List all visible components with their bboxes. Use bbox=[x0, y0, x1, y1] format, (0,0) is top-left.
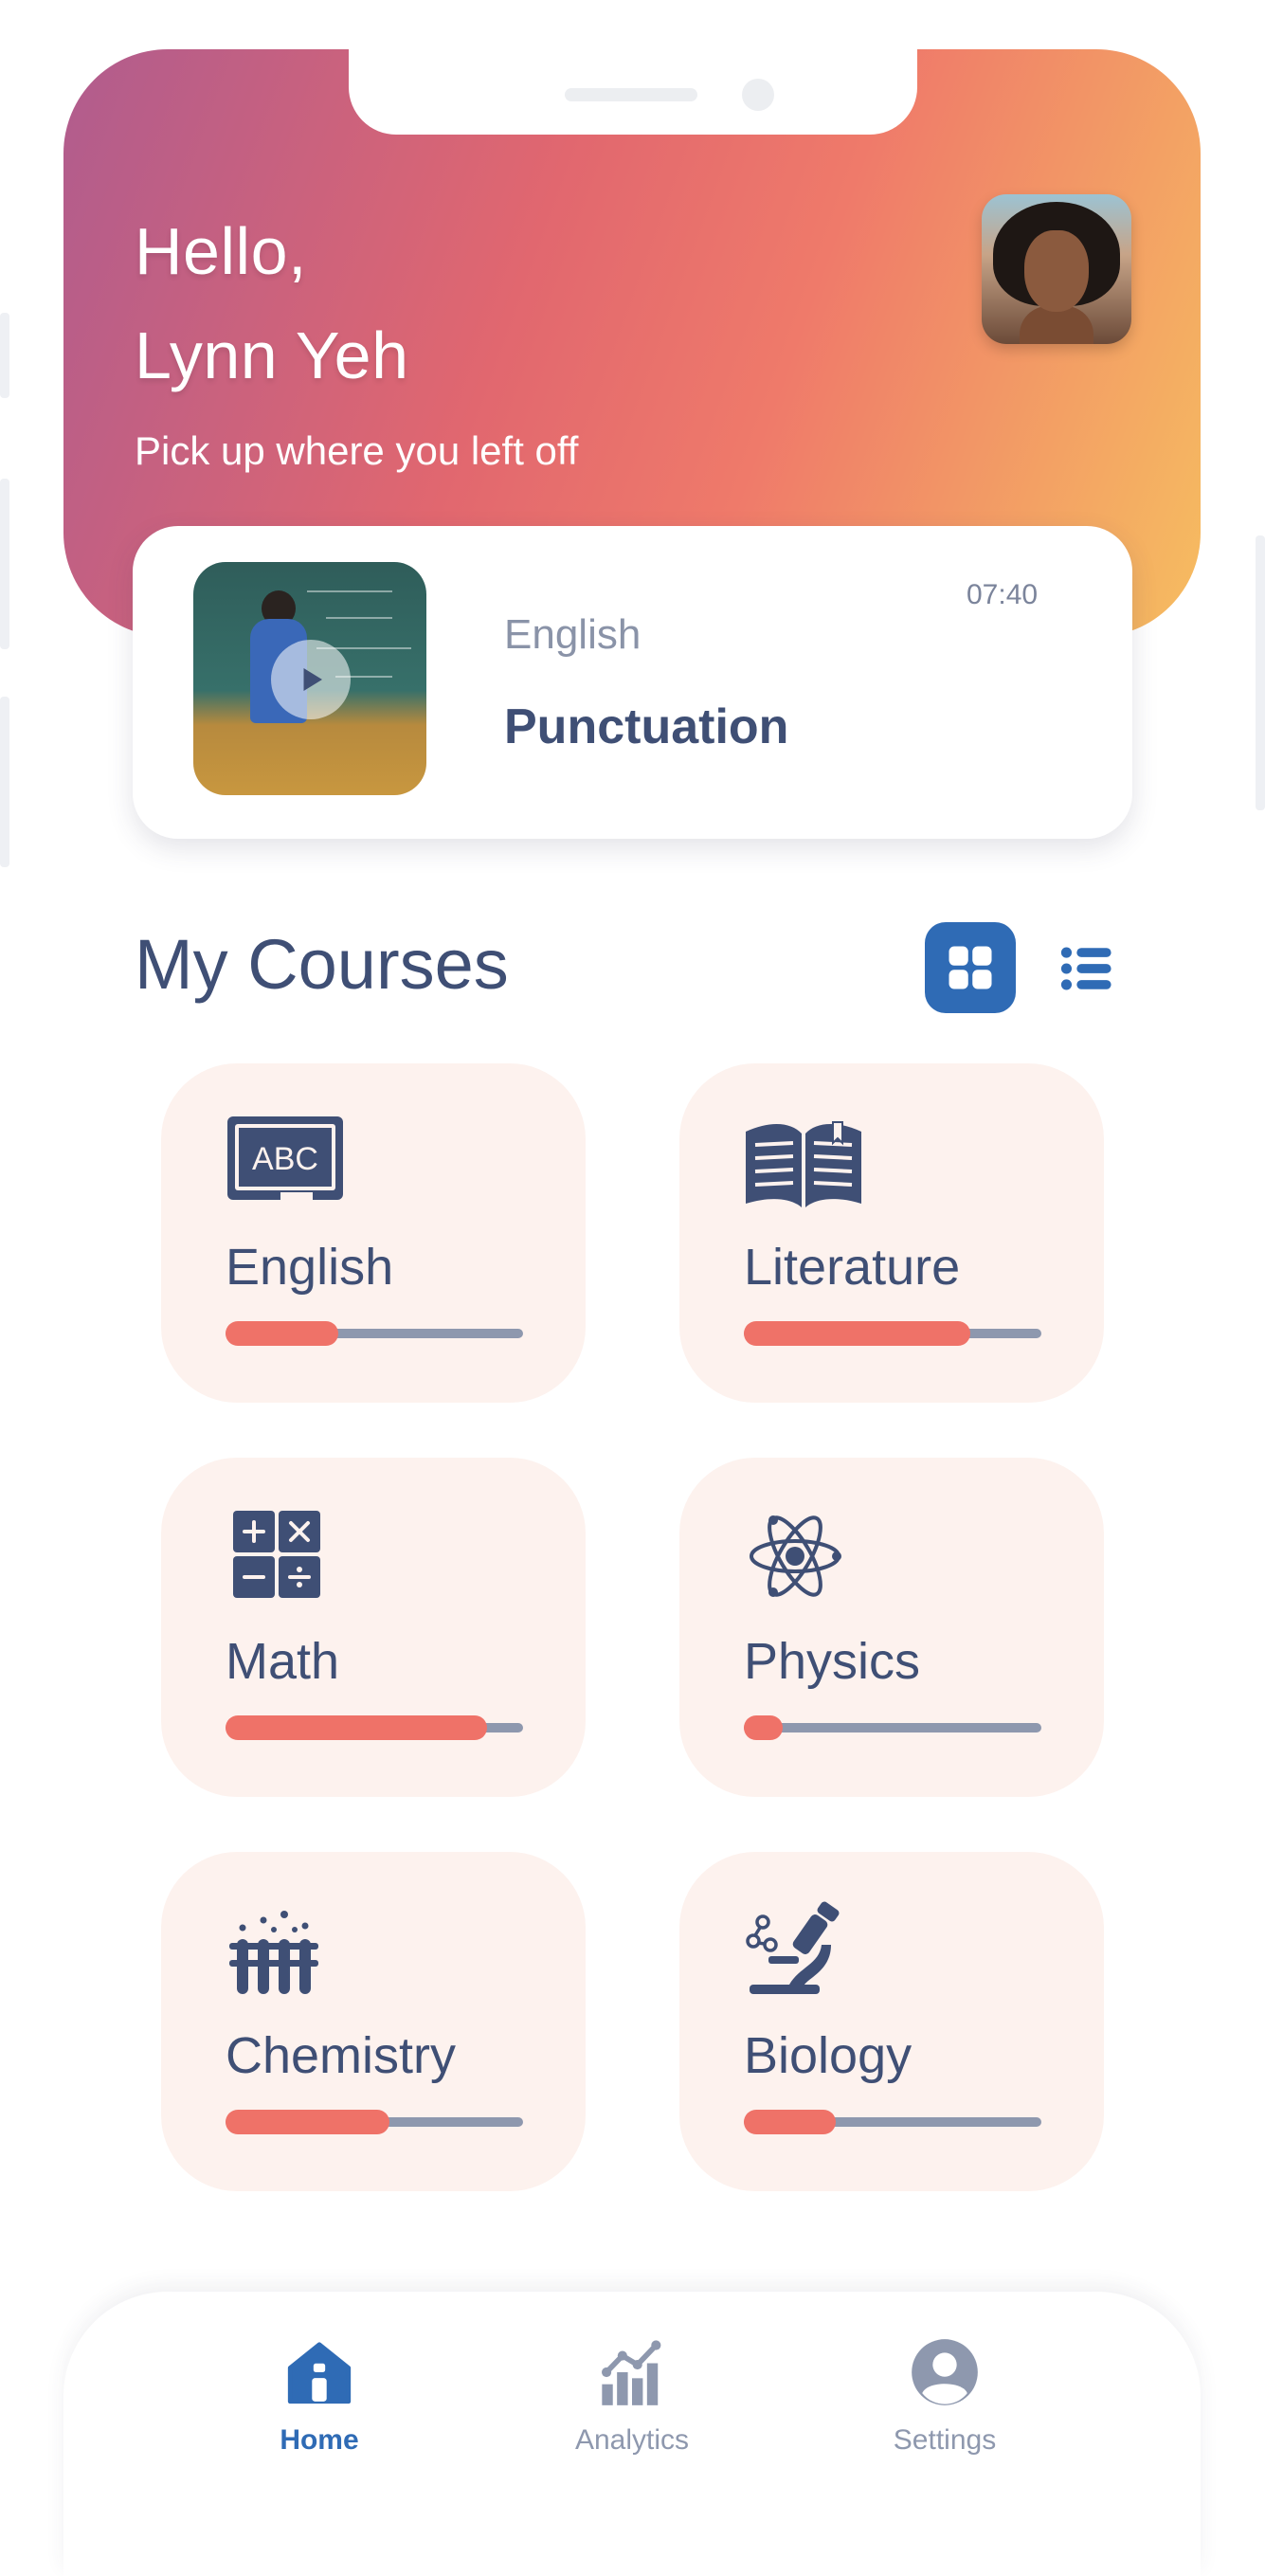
play-icon[interactable] bbox=[271, 640, 351, 719]
course-progress bbox=[744, 1321, 1041, 1346]
lesson-title: Punctuation bbox=[504, 699, 789, 754]
section-title: My Courses bbox=[135, 925, 509, 1004]
course-label: Physics bbox=[744, 1633, 921, 1690]
greeting-line-hello: Hello, bbox=[135, 214, 307, 288]
course-label: Biology bbox=[744, 2027, 913, 2084]
course-label: Literature bbox=[744, 1239, 961, 1296]
notch-camera bbox=[742, 79, 774, 111]
avatar[interactable] bbox=[982, 194, 1131, 344]
nav-label: Home bbox=[280, 2424, 359, 2456]
side-button bbox=[1256, 535, 1265, 810]
greeting: Hello, Lynn Yeh bbox=[135, 199, 409, 408]
course-progress bbox=[744, 1715, 1041, 1740]
bottom-navigation: Home Analytics Settings bbox=[63, 2292, 1201, 2576]
open-book-icon bbox=[746, 1121, 861, 1207]
course-card-biology[interactable]: Biology bbox=[679, 1852, 1104, 2191]
abc-board-icon: ABC bbox=[227, 1116, 343, 1200]
greeting-user-name: Lynn Yeh bbox=[135, 318, 409, 392]
notch-speaker bbox=[565, 88, 697, 101]
nav-home[interactable]: Home bbox=[215, 2330, 424, 2457]
course-label: Chemistry bbox=[226, 2027, 457, 2084]
course-progress bbox=[226, 2110, 523, 2134]
analytics-icon bbox=[602, 2340, 661, 2405]
nav-analytics[interactable]: Analytics bbox=[528, 2330, 736, 2457]
course-progress bbox=[226, 1321, 523, 1346]
lesson-subject: English bbox=[504, 611, 642, 658]
grid-view-button[interactable] bbox=[925, 922, 1016, 1013]
test-tubes-icon bbox=[229, 1911, 318, 1994]
lesson-time: 07:40 bbox=[967, 579, 1039, 610]
side-button bbox=[0, 697, 9, 867]
atom-icon bbox=[750, 1515, 841, 1597]
course-card-english[interactable]: ABC English bbox=[161, 1063, 586, 1403]
list-view-button[interactable] bbox=[1057, 940, 1114, 997]
side-button bbox=[0, 313, 9, 398]
microscope-icon bbox=[746, 1901, 840, 1994]
nav-label: Analytics bbox=[574, 2424, 690, 2456]
course-progress bbox=[226, 1715, 523, 1740]
home-icon bbox=[287, 2342, 352, 2404]
nav-label: Settings bbox=[893, 2424, 997, 2456]
course-label: English bbox=[226, 1239, 394, 1296]
svg-text:ABC: ABC bbox=[252, 1141, 318, 1177]
header-subtitle: Pick up where you left off bbox=[135, 428, 579, 473]
course-card-chemistry[interactable]: Chemistry bbox=[161, 1852, 586, 2191]
course-card-math[interactable]: Math bbox=[161, 1458, 586, 1797]
list-icon bbox=[1060, 947, 1111, 990]
side-button bbox=[0, 479, 9, 649]
grid-icon bbox=[949, 946, 992, 989]
course-card-literature[interactable]: Literature bbox=[679, 1063, 1104, 1403]
calculator-icon bbox=[233, 1511, 320, 1598]
continue-lesson-card[interactable]: English Punctuation 07:40 bbox=[133, 526, 1132, 839]
course-card-physics[interactable]: Physics bbox=[679, 1458, 1104, 1797]
nav-settings[interactable]: Settings bbox=[840, 2330, 1049, 2457]
course-progress bbox=[744, 2110, 1041, 2134]
user-circle-icon bbox=[912, 2339, 978, 2405]
lesson-thumbnail[interactable] bbox=[193, 562, 426, 795]
course-label: Math bbox=[226, 1633, 340, 1690]
